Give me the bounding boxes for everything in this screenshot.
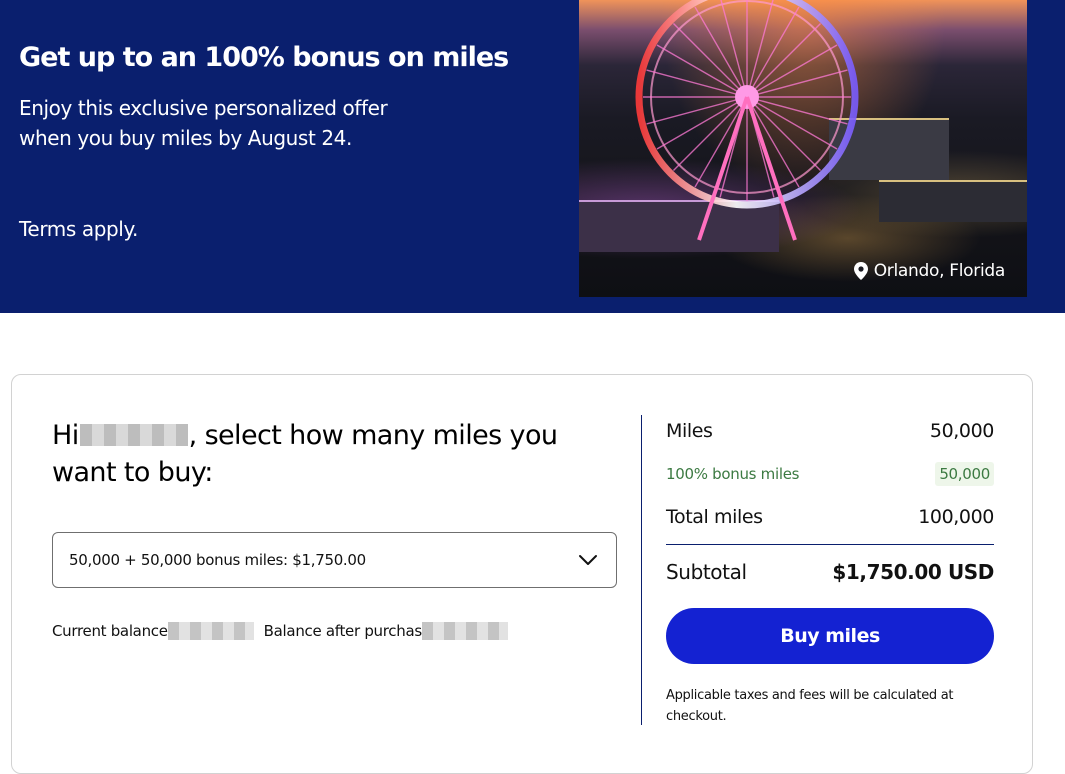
promo-description: Enjoy this exclusive personalized offer … (19, 96, 388, 150)
subtotal-row: Subtotal $1,750.00 USD (666, 545, 994, 599)
wheel-spoke (646, 69, 748, 98)
wheel-spoke (720, 0, 748, 98)
ferris-wheel-graphic (635, 0, 859, 241)
location-label: Orlando, Florida (873, 261, 1006, 281)
wheel-spoke (646, 96, 748, 125)
redacted-balance-after (421, 622, 508, 640)
promo-banner: Get up to an 100% bonus on miles Enjoy t… (0, 0, 1065, 313)
photo-location-caption: Orlando, Florida (853, 261, 1006, 281)
miles-row: Miles 50,000 (666, 411, 994, 451)
total-miles-row: Total miles 100,000 (666, 497, 994, 537)
bonus-row: 100% bonus miles 50,000 (666, 451, 994, 497)
current-balance-label: Current balance (52, 622, 168, 640)
bonus-value: 50,000 (935, 462, 994, 486)
wheel-spoke (746, 96, 848, 125)
terms-text: Terms apply. (19, 217, 138, 241)
column-divider (641, 415, 642, 725)
order-summary: Miles 50,000 100% bonus miles 50,000 Tot… (666, 411, 994, 727)
total-value: 100,000 (918, 506, 994, 528)
miles-label: Miles (666, 420, 713, 442)
wheel-spoke (746, 69, 848, 98)
promo-title: Get up to an 100% bonus on miles (19, 42, 509, 73)
map-pin-icon (853, 262, 868, 280)
purchase-heading: Hi, select how many miles you want to bu… (52, 417, 612, 491)
bonus-label: 100% bonus miles (666, 465, 800, 483)
subtotal-value: $1,750.00 USD (832, 560, 994, 584)
redacted-name (79, 424, 188, 446)
wheel-spoke (746, 0, 774, 98)
total-label: Total miles (666, 506, 763, 528)
miles-package-select[interactable]: 50,000 + 50,000 bonus miles: $1,750.00 (52, 532, 617, 588)
subtotal-label: Subtotal (666, 560, 747, 584)
miles-value: 50,000 (929, 420, 994, 442)
balance-info: Current balance Balance after purchas (52, 622, 508, 640)
taxes-note: Applicable taxes and fees will be calcul… (666, 688, 954, 724)
ferris-wheel-photo: Orlando, Florida (579, 0, 1027, 297)
selected-package: 50,000 + 50,000 bonus miles: $1,750.00 (69, 551, 366, 569)
balance-after-label: Balance after purchas (263, 622, 422, 640)
building-shape (879, 180, 1027, 222)
greeting-start: Hi (52, 420, 79, 451)
redacted-current-balance (167, 622, 254, 640)
buy-miles-card: Hi, select how many miles you want to bu… (11, 374, 1033, 774)
buy-miles-button[interactable]: Buy miles (666, 608, 994, 664)
chevron-down-icon (579, 555, 597, 565)
